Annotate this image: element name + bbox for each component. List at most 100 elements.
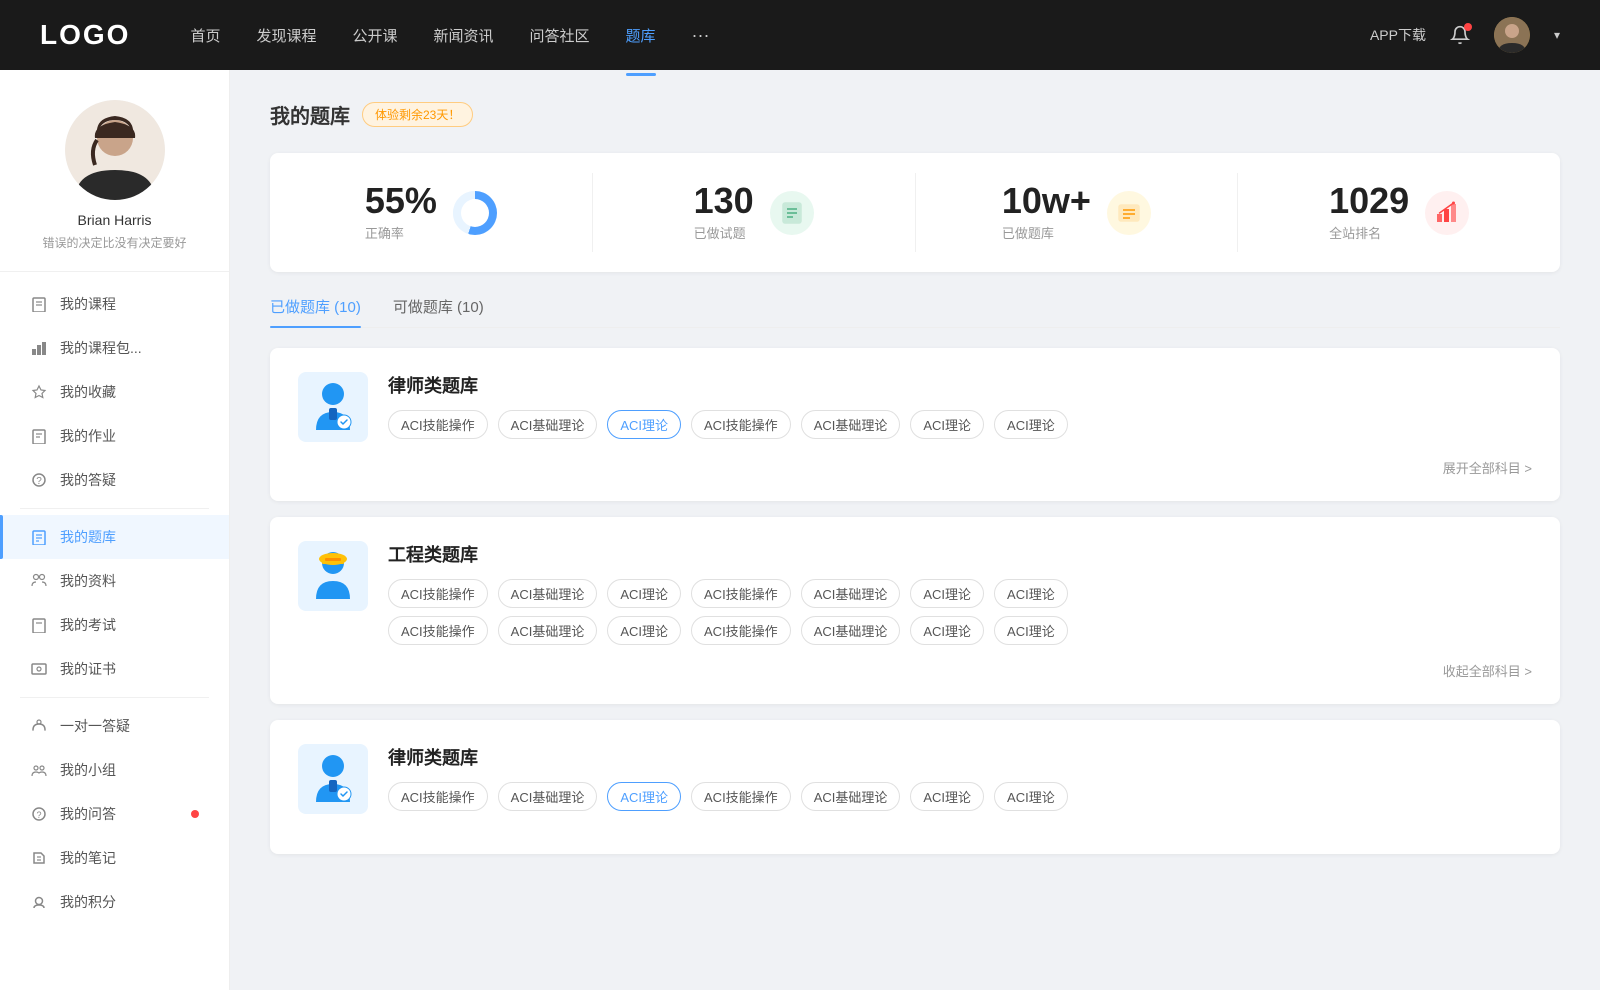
subject-tag[interactable]: ACI理论: [994, 410, 1068, 439]
menu-my-group[interactable]: 我的小组: [0, 748, 229, 792]
avatar[interactable]: [1494, 17, 1530, 53]
subject-tag[interactable]: ACI基础理论: [801, 616, 901, 645]
navbar: LOGO 首页 发现课程 公开课 新闻资讯 问答社区 题库 ··· APP下载: [0, 0, 1600, 70]
app-download-link[interactable]: APP下载: [1370, 25, 1426, 45]
subject-tag[interactable]: ACI技能操作: [691, 616, 791, 645]
menu-course-package[interactable]: 我的课程包...: [0, 326, 229, 370]
menu-my-questions[interactable]: ? 我的问答: [0, 792, 229, 836]
tab-done-banks[interactable]: 已做题库 (10): [270, 296, 361, 327]
menu-one-on-one[interactable]: 一对一答疑: [0, 704, 229, 748]
qbank-card: 工程类题库ACI技能操作ACI基础理论ACI理论ACI技能操作ACI基础理论AC…: [270, 517, 1560, 704]
subject-tag[interactable]: ACI技能操作: [388, 410, 488, 439]
subject-tag[interactable]: ACI理论: [607, 410, 681, 439]
profile-section: Brian Harris 错误的决定比没有决定要好: [0, 100, 229, 272]
nav-home[interactable]: 首页: [190, 21, 220, 50]
subject-tag[interactable]: ACI基础理论: [498, 410, 598, 439]
menu-my-data[interactable]: 我的资料: [0, 559, 229, 603]
done-banks-number: 10w+: [1002, 183, 1091, 219]
subject-tag[interactable]: ACI基础理论: [801, 579, 901, 608]
subject-tag[interactable]: ACI基础理论: [801, 410, 901, 439]
my-data-icon: [30, 572, 48, 590]
ranking-number: 1029: [1329, 183, 1409, 219]
main-container: Brian Harris 错误的决定比没有决定要好 我的课程 我的课程包...: [0, 0, 1600, 990]
profile-avatar: [65, 100, 165, 200]
nav-opencourse[interactable]: 公开课: [352, 21, 397, 50]
subject-tag[interactable]: ACI理论: [994, 782, 1068, 811]
menu-my-notes[interactable]: 我的笔记: [0, 836, 229, 880]
qbank-title: 律师类题库: [388, 744, 1532, 770]
subject-tag[interactable]: ACI基础理论: [498, 782, 598, 811]
stat-ranking: 1029 全站排名: [1238, 173, 1560, 252]
nav-news[interactable]: 新闻资讯: [434, 21, 494, 50]
profile-motto: 错误的决定比没有决定要好: [42, 234, 186, 251]
menu-questionbank[interactable]: 我的题库: [0, 515, 229, 559]
trial-badge: 体验剩余23天！: [362, 102, 473, 127]
notification-bell[interactable]: [1446, 21, 1474, 49]
my-notes-icon: [30, 849, 48, 867]
my-questions-icon: ?: [30, 805, 48, 823]
subject-tag[interactable]: ACI理论: [607, 579, 681, 608]
qbank-card: 律师类题库ACI技能操作ACI基础理论ACI理论ACI技能操作ACI基础理论AC…: [270, 348, 1560, 501]
questionbank-icon: [30, 528, 48, 546]
one-on-one-icon: [30, 717, 48, 735]
expand-subjects-link[interactable]: 收起全部科目 >: [298, 661, 1532, 680]
avatar-image: [1494, 17, 1530, 53]
homework-icon: [30, 427, 48, 445]
stat-accuracy: 55% 正确率: [270, 173, 593, 252]
qbank-icon-wrap: [298, 541, 368, 611]
menu-my-points[interactable]: 我的积分: [0, 880, 229, 924]
subject-tag[interactable]: ACI基础理论: [498, 616, 598, 645]
done-questions-icon: [770, 191, 814, 235]
subject-tag[interactable]: ACI理论: [910, 579, 984, 608]
logo[interactable]: LOGO: [40, 19, 130, 51]
subject-tag[interactable]: ACI理论: [910, 616, 984, 645]
my-points-icon: [30, 893, 48, 911]
subject-tag[interactable]: ACI理论: [910, 782, 984, 811]
accuracy-label: 正确率: [365, 223, 437, 242]
accuracy-number: 55%: [365, 183, 437, 219]
qbank-icon-wrap: [298, 744, 368, 814]
nav-qa[interactable]: 问答社区: [530, 21, 590, 50]
done-questions-number: 130: [694, 183, 754, 219]
svg-text:?: ?: [36, 476, 42, 487]
subject-tag[interactable]: ACI理论: [910, 410, 984, 439]
menu-my-course[interactable]: 我的课程: [0, 282, 229, 326]
subject-tag[interactable]: ACI技能操作: [691, 579, 791, 608]
menu-divider-2: [20, 697, 209, 698]
subject-tag[interactable]: ACI基础理论: [498, 579, 598, 608]
menu-my-qa[interactable]: ? 我的答疑: [0, 458, 229, 502]
nav-questionbank[interactable]: 题库: [626, 21, 656, 50]
done-banks-label: 已做题库: [1002, 223, 1091, 242]
subject-tag[interactable]: ACI基础理论: [801, 782, 901, 811]
subject-tag[interactable]: ACI理论: [607, 616, 681, 645]
menu-favorites[interactable]: 我的收藏: [0, 370, 229, 414]
done-banks-icon: [1107, 191, 1151, 235]
expand-subjects-link[interactable]: 展开全部科目 >: [298, 458, 1532, 477]
nav-more[interactable]: ···: [692, 25, 710, 46]
sidebar: Brian Harris 错误的决定比没有决定要好 我的课程 我的课程包...: [0, 70, 230, 990]
menu-homework[interactable]: 我的作业: [0, 414, 229, 458]
ranking-label: 全站排名: [1329, 223, 1409, 242]
menu-my-exam[interactable]: 我的考试: [0, 603, 229, 647]
subject-tag[interactable]: ACI技能操作: [691, 782, 791, 811]
user-menu-chevron[interactable]: ▾: [1554, 28, 1560, 42]
donut-chart: [453, 191, 497, 235]
subject-tag[interactable]: ACI技能操作: [388, 579, 488, 608]
subject-tag[interactable]: ACI理论: [994, 579, 1068, 608]
my-group-icon: [30, 761, 48, 779]
my-exam-icon: [30, 616, 48, 634]
navbar-right: APP下载 ▾: [1370, 17, 1560, 53]
tab-available-banks[interactable]: 可做题库 (10): [393, 296, 484, 327]
page-title: 我的题库: [270, 100, 350, 129]
qbank-card: 律师类题库 ACI技能操作 ACI基础理论 ACI理论 ACI技能操作 ACI基础理论 AC…: [270, 720, 1560, 854]
subject-tag[interactable]: ACI理论: [994, 616, 1068, 645]
nav-discover[interactable]: 发现课程: [256, 21, 316, 50]
menu-my-certificate[interactable]: 我的证书: [0, 647, 229, 691]
favorites-icon: [30, 383, 48, 401]
done-questions-label: 已做试题: [694, 223, 754, 242]
notification-dot: [1464, 23, 1472, 31]
subject-tag[interactable]: ACI技能操作: [691, 410, 791, 439]
subject-tag[interactable]: ACI技能操作: [388, 616, 488, 645]
subject-tag[interactable]: ACI理论: [607, 782, 681, 811]
subject-tag[interactable]: ACI技能操作: [388, 782, 488, 811]
